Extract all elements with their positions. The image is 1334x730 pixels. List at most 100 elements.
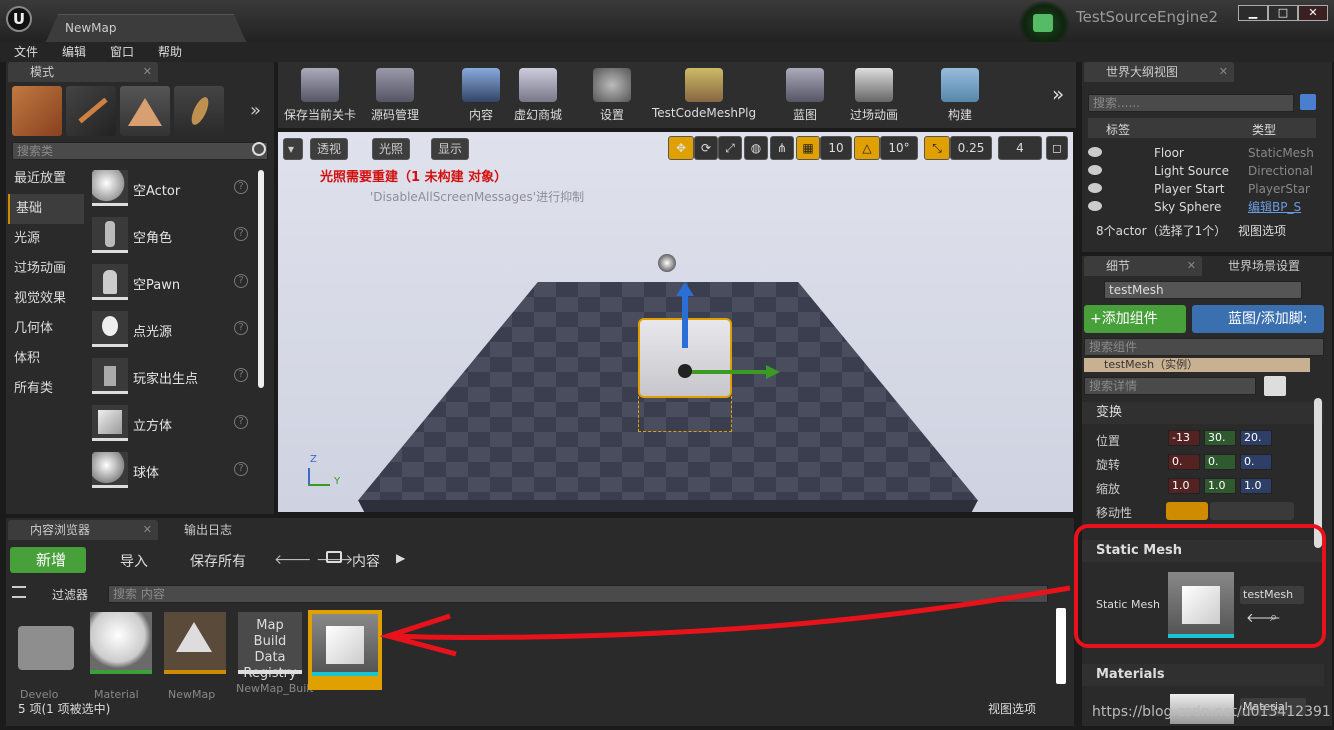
place-item-empty-actor[interactable]: 空Actor? bbox=[88, 166, 254, 212]
category-lights[interactable]: 光源 bbox=[8, 224, 84, 254]
outliner-row[interactable]: Floor StaticMesh bbox=[1086, 144, 1316, 162]
rotation-label[interactable]: 旋转 bbox=[1096, 456, 1120, 473]
actor-type-link[interactable]: 编辑BP_S bbox=[1248, 198, 1301, 216]
outliner-row[interactable]: Light Source Directional bbox=[1086, 162, 1316, 180]
test-code-mesh-plugin-button[interactable]: TestCodeMeshPlg bbox=[652, 68, 756, 124]
marketplace-button[interactable]: 虚幻商城 bbox=[510, 68, 566, 124]
modes-scrollbar[interactable] bbox=[258, 170, 264, 388]
maximize-viewport-icon[interactable]: ◻ bbox=[1046, 136, 1068, 160]
scale-y[interactable]: 1.0 bbox=[1204, 478, 1236, 494]
tab-details[interactable]: 细节 ✕ bbox=[1084, 256, 1202, 276]
tab-world-settings[interactable]: 世界场景设置 bbox=[1206, 256, 1330, 276]
help-icon[interactable]: ? bbox=[234, 415, 248, 429]
level-viewport[interactable]: 光照需要重建（1 未构建 对象） 'DisableAllScreenMessag… bbox=[278, 132, 1073, 512]
place-item-player-start[interactable]: 玩家出生点? bbox=[88, 354, 254, 400]
rotation-snap-value[interactable]: 10° bbox=[880, 136, 918, 160]
help-icon[interactable]: ? bbox=[234, 180, 248, 194]
category-geometry[interactable]: 几何体 bbox=[8, 314, 84, 344]
minimize-button[interactable]: ▁ bbox=[1238, 5, 1268, 21]
maximize-button[interactable]: □ bbox=[1268, 5, 1298, 21]
rotation-snap-icon[interactable]: △ bbox=[854, 136, 880, 160]
menu-file[interactable]: 文件 bbox=[14, 42, 38, 62]
close-icon[interactable]: ✕ bbox=[1187, 256, 1196, 276]
new-asset-button[interactable]: 新增 bbox=[10, 547, 86, 573]
mobility-options[interactable] bbox=[1210, 502, 1294, 520]
world-space-icon[interactable]: ◍ bbox=[744, 136, 768, 160]
scale-x[interactable]: 1.0 bbox=[1168, 478, 1200, 494]
outliner-row[interactable]: Sky Sphere 编辑BP_S bbox=[1086, 198, 1316, 216]
menu-help[interactable]: 帮助 bbox=[158, 42, 182, 62]
grid-snap-icon[interactable]: ▦ bbox=[796, 136, 820, 160]
column-type[interactable]: 类型 bbox=[1252, 121, 1276, 138]
materials-section-header[interactable]: Materials bbox=[1082, 664, 1324, 686]
category-basic[interactable]: 基础 bbox=[8, 194, 84, 224]
grid-snap-value[interactable]: 10 bbox=[820, 136, 852, 160]
eye-icon[interactable] bbox=[1088, 183, 1102, 193]
component-instance-row[interactable]: testMesh（实例） bbox=[1084, 358, 1310, 372]
location-y[interactable]: 30. bbox=[1204, 430, 1236, 446]
viewport-options-dropdown[interactable]: ▾ bbox=[283, 138, 303, 160]
scale-label[interactable]: 缩放 bbox=[1096, 480, 1120, 497]
category-visual-effects[interactable]: 视觉效果 bbox=[8, 284, 84, 314]
cinematics-button[interactable]: 过场动画 bbox=[844, 68, 904, 124]
outliner-search-input[interactable]: 搜索...... bbox=[1088, 94, 1294, 112]
tab-modes[interactable]: 模式 ✕ bbox=[8, 62, 158, 82]
place-item-empty-character[interactable]: 空角色? bbox=[88, 213, 254, 259]
filters-button[interactable]: 过滤器 bbox=[52, 586, 88, 603]
help-icon[interactable]: ? bbox=[234, 462, 248, 476]
help-icon[interactable]: ? bbox=[234, 368, 248, 382]
import-button[interactable]: 导入 bbox=[120, 551, 148, 571]
paint-mode-icon[interactable] bbox=[66, 86, 116, 136]
location-label[interactable]: 位置 bbox=[1096, 432, 1120, 449]
place-item-sphere[interactable]: 球体? bbox=[88, 448, 254, 494]
gizmo-z-arrow[interactable] bbox=[682, 290, 688, 348]
eye-icon[interactable] bbox=[1088, 147, 1102, 157]
category-recent[interactable]: 最近放置 bbox=[8, 164, 84, 194]
close-icon[interactable]: ✕ bbox=[1219, 62, 1228, 82]
camera-speed-value[interactable]: 4 bbox=[998, 136, 1042, 160]
toolbar-overflow-icon[interactable]: » bbox=[1052, 82, 1064, 106]
blueprint-add-script-button[interactable]: 蓝图/添加脚: bbox=[1192, 305, 1324, 333]
close-icon[interactable]: ✕ bbox=[143, 62, 152, 82]
perspective-button[interactable]: 透视 bbox=[310, 138, 349, 160]
menu-edit[interactable]: 编辑 bbox=[62, 42, 86, 62]
help-icon[interactable]: ? bbox=[234, 227, 248, 241]
asset-newmap[interactable]: NewMap bbox=[162, 610, 226, 701]
landscape-mode-icon[interactable] bbox=[120, 86, 170, 136]
close-button[interactable]: ✕ bbox=[1298, 5, 1328, 21]
settings-button[interactable]: 设置 bbox=[590, 68, 634, 124]
tab-outliner[interactable]: 世界大纲视图 ✕ bbox=[1084, 62, 1234, 82]
eye-icon[interactable] bbox=[1088, 165, 1102, 175]
gizmo-x-origin[interactable] bbox=[678, 364, 692, 378]
scale-snap-icon[interactable]: ⤡ bbox=[924, 136, 950, 160]
lit-button[interactable]: 光照 bbox=[372, 138, 411, 160]
sky-sphere-icon[interactable] bbox=[658, 254, 676, 272]
save-all-button[interactable]: 保存所有 bbox=[190, 551, 246, 571]
rotate-tool-icon[interactable]: ⟳ bbox=[694, 136, 718, 160]
unreal-logo-icon[interactable]: U bbox=[6, 6, 32, 32]
mobility-static-toggle[interactable] bbox=[1166, 502, 1208, 520]
property-matrix-icon[interactable] bbox=[1264, 376, 1286, 396]
content-button[interactable]: 内容 bbox=[458, 68, 504, 124]
expand-chevron-icon[interactable]: » bbox=[250, 100, 261, 121]
place-item-point-light[interactable]: 点光源? bbox=[88, 307, 254, 353]
help-icon[interactable]: ? bbox=[234, 274, 248, 288]
component-search-input[interactable]: 搜索组件 bbox=[1084, 338, 1324, 356]
surface-snap-icon[interactable]: ⋔ bbox=[770, 136, 794, 160]
build-button[interactable]: 构建 bbox=[938, 68, 982, 124]
content-view-options[interactable]: 视图选项 bbox=[988, 700, 1036, 717]
location-z[interactable]: 20. bbox=[1240, 430, 1272, 446]
details-search-input[interactable]: 搜索详情 bbox=[1084, 377, 1256, 395]
source-control-button[interactable]: 源码管理 bbox=[364, 68, 426, 124]
rotation-z[interactable]: 0. bbox=[1240, 454, 1272, 470]
asset-material[interactable]: Material bbox=[88, 610, 152, 701]
source-control-icon[interactable] bbox=[1018, 0, 1070, 48]
place-item-empty-pawn[interactable]: 空Pawn? bbox=[88, 260, 254, 306]
gizmo-y-arrow[interactable] bbox=[684, 370, 768, 374]
path-chevron-icon[interactable]: ▶ bbox=[396, 551, 405, 565]
rotation-y[interactable]: 0. bbox=[1204, 454, 1236, 470]
location-x[interactable]: -13 bbox=[1168, 430, 1200, 446]
add-component-button[interactable]: +添加组件 bbox=[1084, 305, 1186, 333]
show-button[interactable]: 显示 bbox=[431, 138, 470, 160]
foliage-mode-icon[interactable] bbox=[174, 86, 224, 136]
